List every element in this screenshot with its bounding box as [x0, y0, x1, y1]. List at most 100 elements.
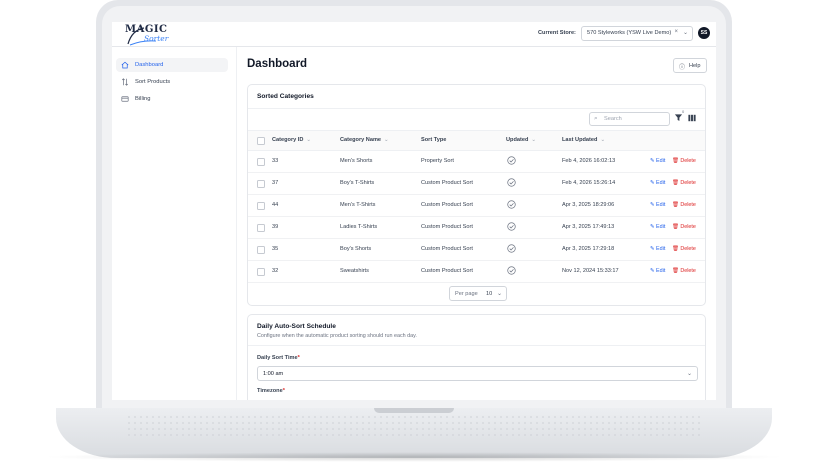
delete-button[interactable]: 🗑 Delete — [672, 268, 696, 274]
cell-last-updated: Feb 4, 2026 15:26:14 — [562, 180, 616, 186]
divider — [248, 345, 705, 346]
chevron-down-icon: ⌄ — [531, 137, 537, 143]
cell-sort-type: Custom Product Sort — [421, 268, 473, 274]
cell-category-id: 35 — [272, 246, 279, 252]
cell-sort-type: Custom Product Sort — [421, 202, 473, 208]
cell-category-id: 37 — [272, 180, 279, 186]
auto-sort-schedule-card: Daily Auto-Sort Schedule Configure when … — [247, 314, 706, 400]
sidebar-item-label: Billing — [135, 96, 151, 102]
card-title: Daily Auto-Sort Schedule — [257, 323, 336, 330]
filter-icon[interactable] — [674, 113, 683, 122]
edit-icon: ✎ — [650, 202, 655, 208]
column-label: Updated — [506, 137, 529, 143]
cell-last-updated: Feb 4, 2026 16:02:13 — [562, 158, 616, 164]
daily-sort-time-select[interactable]: 1:00 am ⌄ — [257, 366, 698, 381]
per-page-value: 10 — [486, 290, 493, 297]
cell-last-updated: Apr 3, 2025 17:49:13 — [562, 224, 615, 230]
edit-button[interactable]: ✎ Edit — [650, 268, 665, 274]
page-title: Dashboard — [247, 58, 308, 70]
trash-icon: 🗑 — [672, 158, 679, 164]
cell-category-name: Ladies T-Shirts — [340, 224, 378, 230]
row-checkbox[interactable] — [257, 158, 265, 166]
cell-category-name: Men's T-Shirts — [340, 202, 376, 208]
time-select-value: 1:00 am — [263, 370, 284, 377]
edit-button[interactable]: ✎ Edit — [650, 158, 665, 164]
delete-label: Delete — [680, 180, 696, 186]
column-header-last-updated[interactable]: Last Updated ⌄ — [562, 137, 605, 143]
laptop-shadow — [40, 452, 788, 462]
cell-last-updated: Nov 12, 2024 15:33:17 — [562, 268, 619, 274]
edit-label: Edit — [656, 246, 666, 252]
cell-last-updated: Apr 3, 2025 18:29:06 — [562, 202, 615, 208]
magic-sorter-logo[interactable]: MAGIC Sorter — [122, 24, 174, 46]
edit-icon: ✎ — [650, 268, 655, 274]
delete-label: Delete — [680, 268, 696, 274]
edit-label: Edit — [656, 202, 666, 208]
cell-category-id: 33 — [272, 158, 279, 164]
edit-label: Edit — [656, 224, 666, 230]
search-placeholder: Search — [604, 116, 622, 122]
row-checkbox[interactable] — [257, 224, 265, 232]
chevron-down-icon: ⌄ — [497, 291, 503, 297]
home-icon — [121, 61, 129, 69]
column-header-sort-type: Sort Type — [421, 137, 447, 143]
app-screen: MAGIC Sorter Current Store: 570 Stylewor… — [112, 22, 716, 400]
store-select-value: 570 Styleworks (YSW Live Demo) — [587, 30, 672, 36]
edit-button[interactable]: ✎ Edit — [650, 224, 665, 230]
card-subtitle: Configure when the automatic product sor… — [257, 333, 417, 339]
row-checkbox[interactable] — [257, 202, 265, 210]
cell-category-id: 32 — [272, 268, 279, 274]
trash-icon: 🗑 — [672, 224, 679, 230]
per-page-select[interactable]: Per page 10 ⌄ — [449, 286, 507, 301]
current-store-label: Current Store: — [538, 30, 576, 36]
delete-button[interactable]: 🗑 Delete — [672, 224, 696, 230]
filter-count-badge: 0 — [682, 109, 685, 114]
help-button[interactable]: ⓘ Help — [673, 58, 707, 73]
edit-button[interactable]: ✎ Edit — [650, 202, 665, 208]
search-input[interactable]: ⌕ Search — [589, 112, 670, 126]
row-checkbox[interactable] — [257, 246, 265, 254]
sidebar-item-sort-products[interactable]: Sort Products — [116, 75, 228, 89]
sidebar: Dashboard Sort Products Billing — [112, 47, 237, 400]
cell-category-id: 39 — [272, 224, 279, 230]
laptop-base — [56, 408, 772, 458]
sidebar-item-billing[interactable]: Billing — [116, 92, 228, 106]
top-bar: MAGIC Sorter Current Store: 570 Stylewor… — [112, 22, 716, 47]
cell-sort-type: Custom Product Sort — [421, 246, 473, 252]
row-checkbox[interactable] — [257, 180, 265, 188]
select-all-checkbox[interactable] — [257, 137, 265, 145]
delete-button[interactable]: 🗑 Delete — [672, 202, 696, 208]
delete-button[interactable]: 🗑 Delete — [672, 180, 696, 186]
store-select[interactable]: 570 Styleworks (YSW Live Demo) × ⌄ — [581, 26, 693, 41]
columns-icon[interactable] — [688, 114, 696, 122]
row-checkbox[interactable] — [257, 268, 265, 276]
delete-label: Delete — [680, 158, 696, 164]
sidebar-item-dashboard[interactable]: Dashboard — [116, 58, 228, 72]
cell-last-updated: Apr 3, 2025 17:29:18 — [562, 246, 615, 252]
edit-button[interactable]: ✎ Edit — [650, 246, 665, 252]
laptop-notch — [374, 408, 454, 413]
chevron-down-icon: ⌄ — [384, 137, 389, 143]
search-icon: ⌕ — [594, 114, 598, 122]
column-header-updated[interactable]: Updated ⌄ — [506, 137, 536, 143]
table-row: 33 Men's Shorts Property Sort Feb 4, 202… — [248, 150, 705, 173]
user-avatar[interactable]: SS — [698, 27, 710, 39]
required-mark: * — [297, 355, 300, 361]
chevron-down-icon[interactable]: ⌄ — [683, 29, 688, 36]
delete-button[interactable]: 🗑 Delete — [672, 158, 696, 164]
column-header-category-id[interactable]: Category ID ⌄ — [272, 137, 311, 143]
column-label: Category Name — [340, 137, 382, 143]
edit-button[interactable]: ✎ Edit — [650, 180, 665, 186]
cell-category-name: Boy's T-Shirts — [340, 180, 375, 186]
keyboard-texture — [126, 414, 702, 436]
check-circle-icon — [507, 178, 516, 187]
table-row: 32 Sweatshirts Custom Product Sort Nov 1… — [248, 260, 705, 283]
delete-label: Delete — [680, 202, 696, 208]
delete-button[interactable]: 🗑 Delete — [672, 246, 696, 252]
cell-sort-type: Custom Product Sort — [421, 180, 473, 186]
column-header-category-name[interactable]: Category Name ⌄ — [340, 137, 389, 143]
edit-label: Edit — [656, 268, 666, 274]
edit-label: Edit — [656, 180, 666, 186]
field-label-text: Timezone — [257, 388, 283, 394]
clear-store-icon[interactable]: × — [674, 29, 678, 35]
